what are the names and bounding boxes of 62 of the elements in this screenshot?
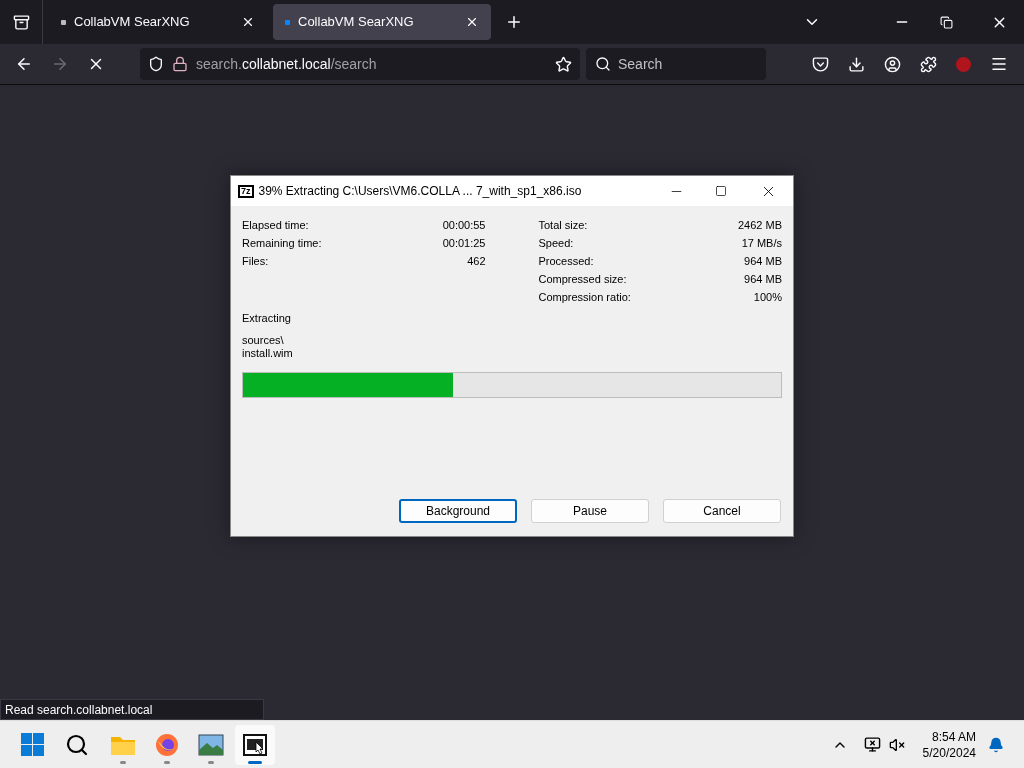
dialog-button[interactable]: Background (399, 499, 517, 523)
file-path: sources\ (242, 333, 285, 347)
tab-title: CollabVM SearXNG (298, 13, 415, 32)
maximize-icon[interactable] (715, 185, 727, 197)
fox-icon (155, 732, 179, 757)
file-path: install.wim (242, 346, 294, 360)
stat-label: Compression ratio: (538, 289, 631, 305)
stat-value: 100% (753, 289, 782, 305)
bookmark-star-icon[interactable] (555, 55, 572, 73)
stat-value: 964 MB (744, 271, 782, 287)
dialog-button[interactable]: Pause (531, 499, 649, 523)
stat-value: 462 (467, 253, 486, 269)
windows-logo-icon[interactable] (21, 733, 44, 756)
stat-label: Speed: (538, 235, 574, 251)
app-logo: 7z (238, 184, 254, 198)
pocket-icon[interactable] (812, 55, 829, 73)
extensions-icon[interactable] (920, 55, 937, 73)
new-tab-icon[interactable] (505, 13, 523, 31)
favicon-icon (285, 19, 290, 25)
stat-value: 2462 MB (737, 217, 782, 233)
browser-tab[interactable]: CollabVM SearXNG (273, 4, 491, 40)
search-field[interactable]: Search (586, 48, 766, 80)
stat-label: Processed: (538, 253, 594, 269)
menu-icon[interactable] (990, 55, 1008, 73)
account-icon[interactable] (884, 55, 901, 73)
stat-value: 00:01:25 (442, 235, 486, 251)
operation-label: Extracting (242, 311, 292, 326)
stat-label: Elapsed time: (242, 217, 309, 233)
forward-icon (51, 55, 69, 73)
speaker-muted-icon[interactable] (888, 736, 905, 753)
url-text: search.collabnet.local/search (196, 54, 378, 74)
stat-label: Compressed size: (538, 271, 627, 287)
tab-title: CollabVM SearXNG (74, 13, 191, 32)
stat-label: Files: (242, 253, 269, 269)
lock-icon[interactable] (172, 56, 188, 72)
browser-tab[interactable]: CollabVM SearXNG (49, 4, 267, 40)
stat-value: 00:00:55 (442, 217, 486, 233)
close-icon[interactable] (241, 15, 255, 29)
search-icon[interactable] (65, 732, 89, 757)
stat-label: Total size: (538, 217, 588, 233)
restore-icon[interactable] (940, 15, 953, 29)
tab-list-icon[interactable] (12, 13, 30, 31)
back-icon[interactable] (15, 55, 33, 73)
address-bar[interactable]: search.collabnet.local/search (140, 48, 580, 80)
stat-label: Remaining time: (242, 235, 322, 251)
network-icon[interactable] (863, 736, 881, 753)
taskbar-app[interactable] (235, 724, 275, 765)
archive-window-icon (243, 733, 267, 756)
shield-icon[interactable] (148, 56, 164, 72)
stat-value: 17 MB/s (741, 235, 782, 251)
search-icon (595, 56, 611, 72)
clock-time: 8:54 AM (931, 728, 976, 745)
landscape-icon (198, 733, 224, 756)
dialog-button[interactable]: Cancel (663, 499, 781, 523)
window-title: 39% Extracting C:\Users\VM6.COLLA ... 7_with_sp1_x86.iso (258, 183, 583, 200)
download-icon[interactable] (848, 55, 865, 73)
status-text: Read search.collabnet.local (0, 699, 264, 720)
close-icon[interactable] (465, 15, 479, 29)
stat-value: 964 MB (744, 253, 782, 269)
notification-bell-icon[interactable] (988, 736, 1004, 753)
clock-date: 5/20/2024 (922, 744, 976, 761)
favicon-icon (61, 19, 66, 25)
